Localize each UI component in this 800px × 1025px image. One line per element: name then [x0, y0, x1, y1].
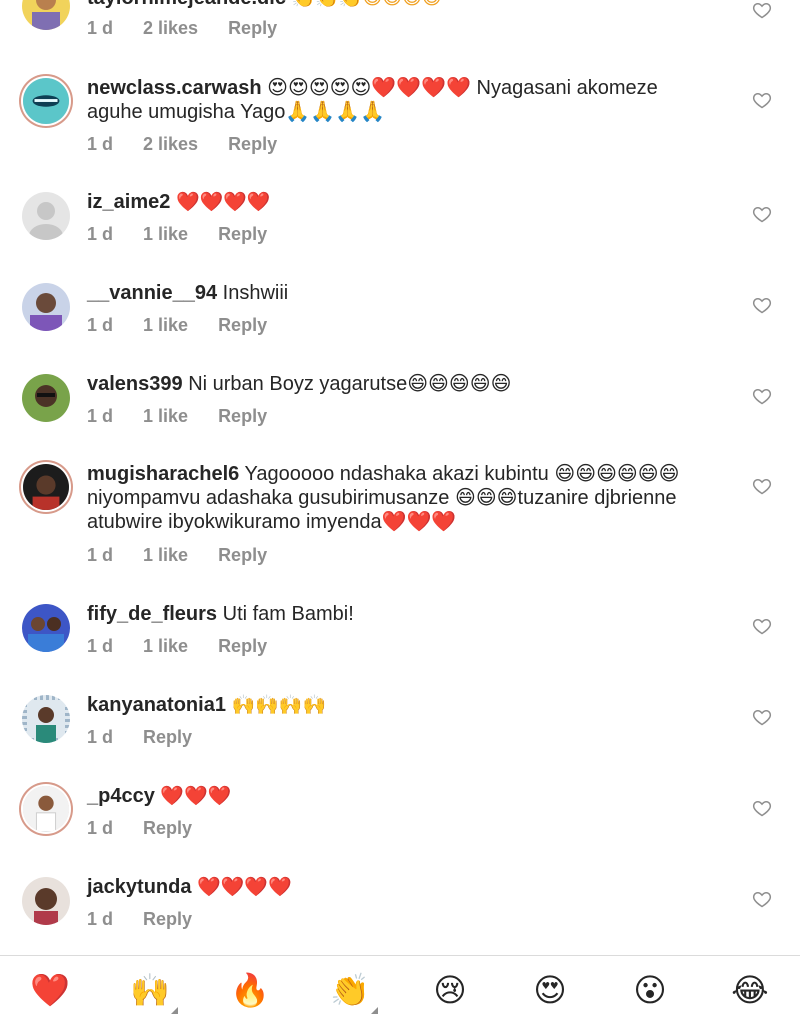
like-heart-icon[interactable]	[752, 90, 772, 110]
comment-time: 1 d	[87, 545, 114, 565]
comment-time: 1 d	[87, 818, 114, 838]
comment-likes[interactable]: 2 likes	[143, 18, 198, 39]
like-heart-icon[interactable]	[752, 386, 772, 406]
avatar[interactable]	[23, 464, 69, 510]
like-heart-icon[interactable]	[752, 798, 772, 818]
comment-time: 1 d	[87, 224, 114, 244]
comment-time: 1 d	[87, 18, 114, 38]
comment-username[interactable]: fify_de_fleurs	[87, 603, 217, 625]
reply-button[interactable]: Reply	[218, 224, 267, 245]
comment-text: 🙌🙌🙌🙌	[231, 694, 327, 716]
comment-likes[interactable]: 1 like	[143, 636, 188, 657]
avatar[interactable]	[22, 283, 70, 331]
reaction-crying-button[interactable]: 😢	[428, 970, 472, 1010]
comment-username[interactable]: iz_aime2	[87, 191, 170, 213]
avatar[interactable]	[22, 374, 70, 422]
comment-text: ❤️❤️❤️❤️	[175, 191, 271, 213]
comment-likes[interactable]: 2 likes	[143, 134, 198, 155]
reaction-clap-button[interactable]: 👏	[328, 970, 378, 1014]
like-heart-icon[interactable]	[752, 707, 772, 727]
comment-time: 1 d	[87, 909, 114, 929]
raised-hands-icon: 🙌	[130, 971, 170, 1009]
comment-likes[interactable]: 1 like	[143, 315, 188, 336]
like-heart-icon[interactable]	[752, 616, 772, 636]
reply-button[interactable]: Reply	[143, 727, 192, 748]
avatar[interactable]	[22, 0, 70, 30]
clap-icon: 👏	[330, 971, 370, 1009]
reply-button[interactable]: Reply	[218, 545, 267, 566]
comment-time: 1 d	[87, 315, 114, 335]
like-heart-icon[interactable]	[752, 295, 772, 315]
variant-indicator-icon	[171, 1007, 178, 1014]
reaction-heart-eyes-button[interactable]: 😍	[528, 970, 572, 1010]
comment-username[interactable]: newclass.carwash	[87, 77, 262, 99]
comment-text: 👏👏👏😄😄😄😄	[292, 0, 442, 9]
comment-time: 1 d	[87, 406, 114, 426]
comment-time: 1 d	[87, 727, 114, 747]
avatar[interactable]	[22, 695, 70, 743]
reaction-bar: ❤️ 🙌 🔥 👏 😢 😍 😮 😂	[0, 955, 800, 1025]
avatar[interactable]	[22, 604, 70, 652]
comment-text: Uti fam Bambi!	[222, 603, 354, 625]
like-heart-icon[interactable]	[752, 889, 772, 909]
reply-button[interactable]: Reply	[143, 909, 192, 930]
comment-text: Inshwiii	[222, 282, 289, 304]
comment-username[interactable]: kanyanatonia1	[87, 694, 226, 716]
comment-text: ❤️❤️❤️	[160, 785, 232, 807]
avatar[interactable]	[23, 78, 69, 124]
comment-username[interactable]: _p4ccy	[87, 785, 155, 807]
like-heart-icon[interactable]	[752, 204, 772, 224]
reply-button[interactable]: Reply	[143, 818, 192, 839]
comment-username[interactable]: valens399	[87, 373, 183, 395]
reaction-raised-hands-button[interactable]: 🙌	[128, 970, 178, 1014]
reaction-heart-button[interactable]: ❤️	[28, 970, 72, 1010]
reaction-surprised-button[interactable]: 😮	[628, 970, 672, 1010]
comment-text: ❤️❤️❤️❤️	[197, 876, 292, 898]
like-heart-icon[interactable]	[752, 476, 772, 496]
reply-button[interactable]: Reply	[228, 18, 277, 39]
reply-button[interactable]: Reply	[218, 636, 267, 657]
like-heart-icon[interactable]	[752, 0, 772, 20]
comment-text: Ni urban Boyz yagarutse😄😄😄😄😄	[188, 373, 512, 395]
comment-time: 1 d	[87, 134, 114, 154]
reaction-laughing-button[interactable]: 😂	[728, 970, 772, 1010]
comment-username[interactable]: __vannie__94	[87, 282, 217, 304]
comment-likes[interactable]: 1 like	[143, 545, 188, 566]
variant-indicator-icon	[371, 1007, 378, 1014]
reaction-fire-button[interactable]: 🔥	[228, 970, 272, 1010]
avatar[interactable]	[22, 877, 70, 925]
comment-username[interactable]: jackytunda	[87, 876, 191, 898]
avatar[interactable]	[22, 192, 70, 240]
reply-button[interactable]: Reply	[228, 134, 277, 155]
comment-likes[interactable]: 1 like	[143, 224, 188, 245]
comment-time: 1 d	[87, 636, 114, 656]
reply-button[interactable]: Reply	[218, 315, 267, 336]
avatar[interactable]	[23, 786, 69, 832]
reply-button[interactable]: Reply	[218, 406, 267, 427]
comment-likes[interactable]: 1 like	[143, 406, 188, 427]
comment-username[interactable]: mugisharachel6	[87, 463, 239, 485]
comment-username[interactable]: taylorhimejeande.dic	[87, 0, 286, 9]
